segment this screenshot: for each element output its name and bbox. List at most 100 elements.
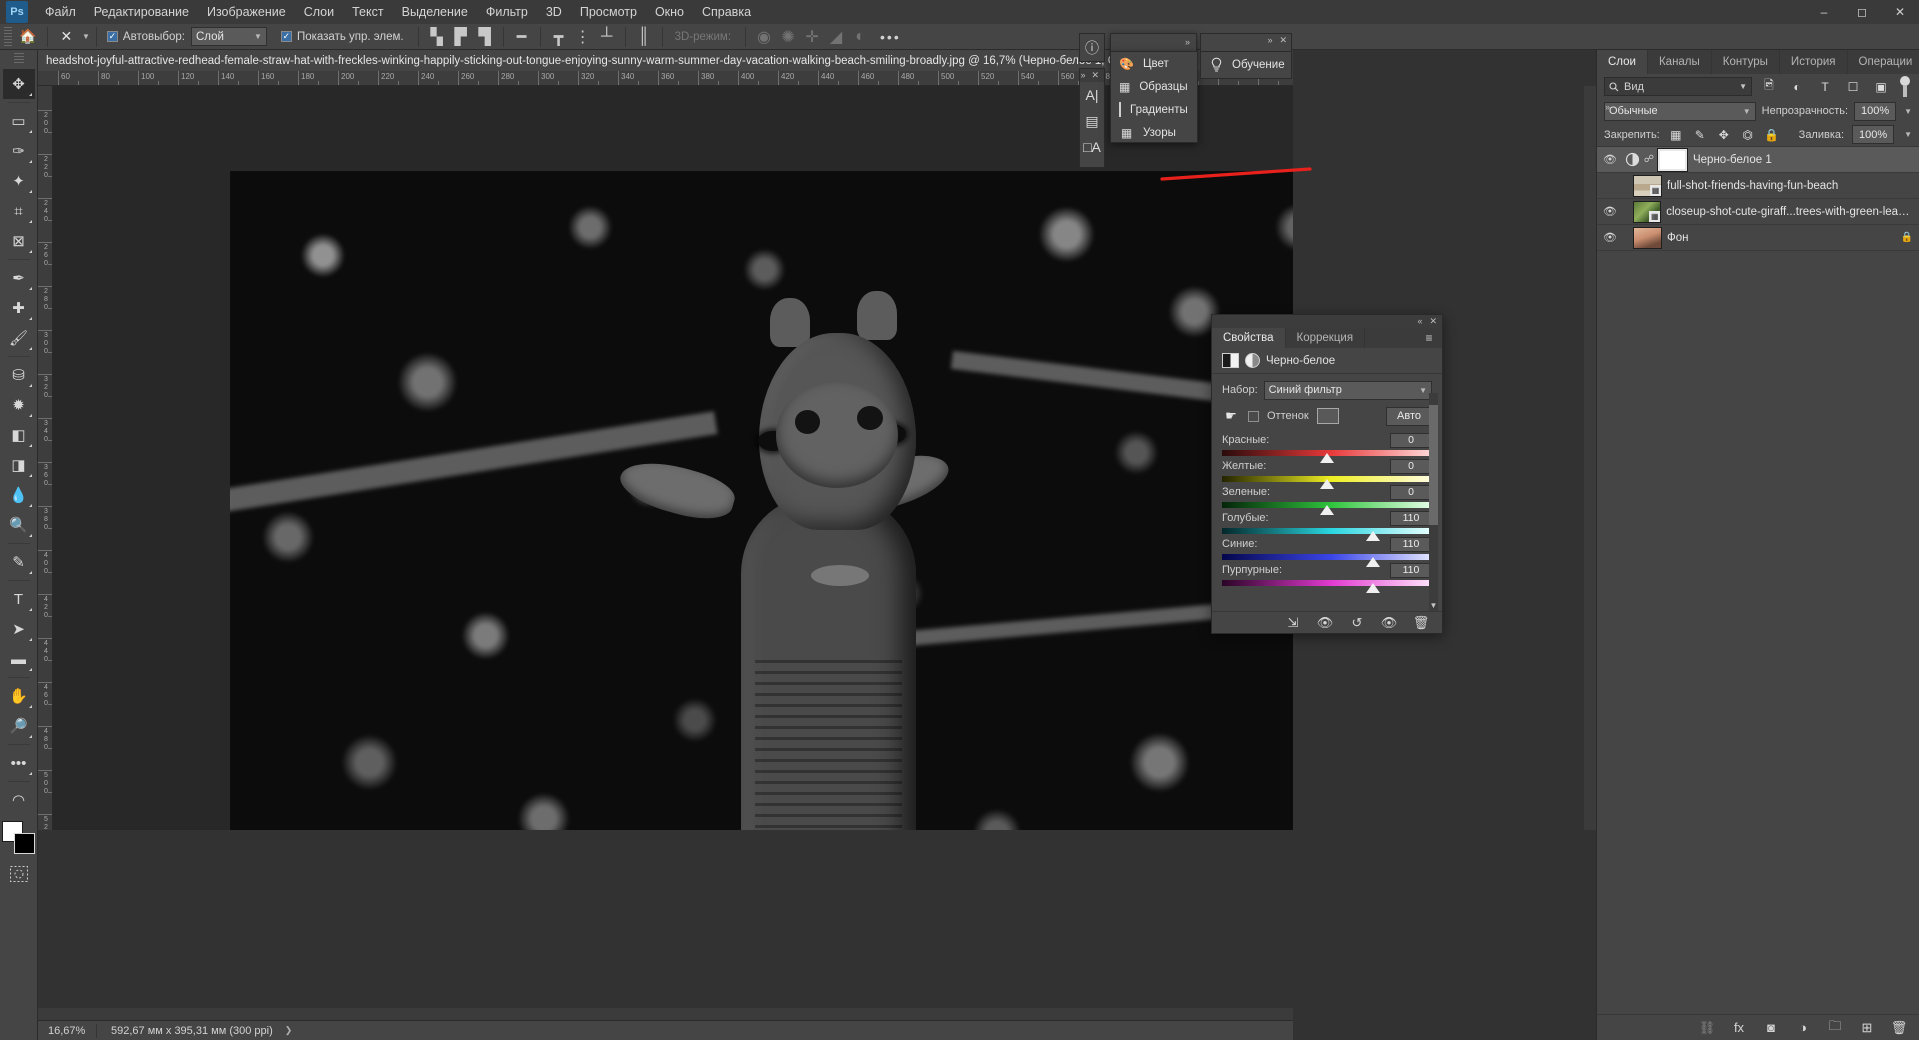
quick-mask-icon[interactable] bbox=[8, 863, 30, 885]
rectangular-marquee-tool[interactable]: ▭ bbox=[3, 106, 35, 136]
layer-mask-thumbnail[interactable] bbox=[1658, 149, 1687, 171]
zoom-tool[interactable]: 🔎 bbox=[3, 711, 35, 741]
move-tool[interactable]: ✥ bbox=[3, 69, 35, 99]
default-colors-icon[interactable]: ◠ bbox=[3, 785, 35, 815]
layer-thumbnail[interactable]: ▦ bbox=[1633, 175, 1662, 197]
layer-row[interactable]: 👁▦closeup-shot-cute-giraff...trees-with-… bbox=[1597, 199, 1919, 225]
layer-row[interactable]: 👁Фон🔒 bbox=[1597, 225, 1919, 251]
toggle-view-icon[interactable]: 👁 bbox=[1316, 614, 1334, 632]
canvas-area[interactable] bbox=[53, 86, 1293, 830]
align-horizontal-centers-icon[interactable]: ▛ bbox=[449, 26, 473, 48]
delete-adjustment-icon[interactable]: 🗑 bbox=[1412, 614, 1430, 632]
swatches-panel[interactable]: ▦Образцы bbox=[1111, 75, 1197, 98]
layer-visibility-toggle[interactable]: 👁 bbox=[1597, 173, 1623, 199]
brush-tool[interactable]: 🖌 bbox=[3, 323, 35, 353]
panel-menu-icon[interactable]: ≡ bbox=[1416, 328, 1442, 348]
blur-tool[interactable]: 💧 bbox=[3, 480, 35, 510]
layer-row[interactable]: 👁▦full-shot-friends-having-fun-beach bbox=[1597, 173, 1919, 199]
layer-comps-panel-icon[interactable]: ▤ bbox=[1080, 108, 1104, 134]
menu-item-6[interactable]: Фильтр bbox=[477, 0, 537, 24]
tools-panel-grip[interactable] bbox=[14, 53, 24, 65]
link-mask-icon[interactable]: ☍ bbox=[1643, 154, 1655, 165]
filter-shape-layers-icon[interactable]: ☐ bbox=[1842, 77, 1864, 97]
lock-image-pixels-icon[interactable]: ✎ bbox=[1692, 127, 1708, 143]
properties-tab-1[interactable]: Коррекция bbox=[1286, 328, 1366, 348]
new-group-icon[interactable]: 🗀 bbox=[1826, 1019, 1844, 1037]
panel-tab-1[interactable]: Каналы bbox=[1648, 50, 1712, 74]
layer-visibility-toggle[interactable]: 👁 bbox=[1597, 199, 1623, 225]
close-icon[interactable]: ✕ bbox=[1279, 35, 1287, 46]
layer-thumbnail[interactable]: ▦ bbox=[1633, 201, 1662, 223]
menu-item-9[interactable]: Окно bbox=[646, 0, 693, 24]
reset-icon[interactable]: ↺ bbox=[1348, 614, 1366, 632]
distribute-spacing-icon[interactable]: ║ bbox=[632, 26, 656, 48]
background-color-swatch[interactable] bbox=[14, 833, 35, 854]
expand-panels-icon[interactable]: » bbox=[1267, 35, 1272, 46]
character-panel-icon[interactable]: A| bbox=[1080, 82, 1104, 108]
canvas-horizontal-scrollbar[interactable] bbox=[38, 1008, 1293, 1020]
color-panel[interactable]: 🎨Цвет bbox=[1111, 52, 1197, 75]
clone-stamp-tool[interactable]: ⛁ bbox=[3, 360, 35, 390]
tint-checkbox[interactable] bbox=[1248, 411, 1259, 422]
slider-handle[interactable] bbox=[1320, 453, 1334, 463]
slider-handle[interactable] bbox=[1366, 531, 1380, 541]
properties-tab-0[interactable]: Свойства bbox=[1212, 328, 1286, 348]
slider-track[interactable] bbox=[1222, 450, 1432, 456]
lock-artboard-nesting-icon[interactable]: ⏣ bbox=[1740, 127, 1756, 143]
layer-filter-select[interactable]: Вид ▼ bbox=[1604, 77, 1752, 96]
filter-type-layers-icon[interactable]: T bbox=[1814, 77, 1836, 97]
align-left-edges-icon[interactable]: ▚ bbox=[425, 26, 449, 48]
path-selection-tool[interactable]: ➤ bbox=[3, 614, 35, 644]
move-tool-icon[interactable]: ✕ bbox=[54, 26, 80, 48]
layer-thumbnail[interactable] bbox=[1633, 227, 1662, 249]
edit-toolbar[interactable]: ••• bbox=[3, 748, 35, 778]
panel-tab-2[interactable]: Контуры bbox=[1712, 50, 1780, 74]
new-adjustment-layer-icon[interactable]: ◑ bbox=[1794, 1019, 1812, 1037]
options-bar-grip[interactable] bbox=[4, 27, 12, 47]
align-bottom-edges-icon[interactable]: ━ bbox=[510, 26, 534, 48]
menu-item-2[interactable]: Изображение bbox=[198, 0, 295, 24]
minimize-button[interactable]: – bbox=[1805, 0, 1843, 24]
pen-tool[interactable]: ✎ bbox=[3, 547, 35, 577]
slider-handle[interactable] bbox=[1320, 479, 1334, 489]
info-panel-icon[interactable]: ⓘ bbox=[1080, 34, 1104, 61]
filter-smart-object-layers-icon[interactable]: ▣ bbox=[1870, 77, 1892, 97]
slider-track[interactable] bbox=[1222, 528, 1432, 534]
quick-selection-tool[interactable]: ✦ bbox=[3, 166, 35, 196]
lock-transparent-pixels-icon[interactable]: ▦ bbox=[1668, 127, 1684, 143]
slider-track[interactable] bbox=[1222, 580, 1432, 586]
color-swatches[interactable] bbox=[2, 821, 36, 855]
slider-handle[interactable] bbox=[1366, 583, 1380, 593]
gradient-tool[interactable]: ◨ bbox=[3, 450, 35, 480]
menu-item-7[interactable]: 3D bbox=[537, 0, 571, 24]
fill-input[interactable]: 100% bbox=[1852, 125, 1894, 144]
close-button[interactable]: ✕ bbox=[1881, 0, 1919, 24]
menu-item-3[interactable]: Слои bbox=[295, 0, 343, 24]
add-layer-mask-icon[interactable]: ◙ bbox=[1762, 1019, 1780, 1037]
patterns-panel[interactable]: ▦Узоры bbox=[1111, 121, 1197, 144]
distribute-vertical-icon[interactable]: ┴ bbox=[595, 26, 619, 48]
align-top-edges-icon[interactable]: ┳ bbox=[547, 26, 571, 48]
slider-track[interactable] bbox=[1222, 476, 1432, 482]
lock-all-icon[interactable]: 🔒 bbox=[1764, 127, 1780, 143]
chevron-down-icon[interactable]: ▼ bbox=[1904, 130, 1912, 139]
panel-tab-3[interactable]: История bbox=[1780, 50, 1848, 74]
document-tab[interactable]: headshot-joyful-attractive-redhead-femal… bbox=[38, 50, 1215, 71]
slider-value-input[interactable]: 110 bbox=[1390, 511, 1432, 526]
blend-mode-select[interactable]: Обычные ▼ bbox=[1604, 102, 1756, 121]
filter-pixel-layers-icon[interactable]: 🖻 bbox=[1758, 77, 1780, 97]
eyedropper-tool[interactable]: ✒ bbox=[3, 263, 35, 293]
distribute-horizontal-icon[interactable]: ⋮ bbox=[571, 26, 595, 48]
layer-visibility-toggle[interactable]: 👁 bbox=[1597, 147, 1623, 173]
slider-track[interactable] bbox=[1222, 502, 1432, 508]
layer-row[interactable]: 👁☍Черно-белое 1 bbox=[1597, 147, 1919, 173]
status-expand-icon[interactable]: ❯ bbox=[273, 1025, 293, 1036]
layer-style-icon[interactable]: fx bbox=[1730, 1019, 1748, 1037]
hand-tool[interactable]: ✋ bbox=[3, 681, 35, 711]
lock-position-icon[interactable]: ✥ bbox=[1716, 127, 1732, 143]
menu-item-8[interactable]: Просмотр bbox=[571, 0, 646, 24]
learn-panel-tab[interactable]: Обучение bbox=[1200, 51, 1292, 79]
options-overflow-button[interactable]: ••• bbox=[872, 29, 909, 45]
expand-panels-icon[interactable]: » bbox=[1185, 37, 1190, 47]
eraser-tool[interactable]: ◧ bbox=[3, 420, 35, 450]
